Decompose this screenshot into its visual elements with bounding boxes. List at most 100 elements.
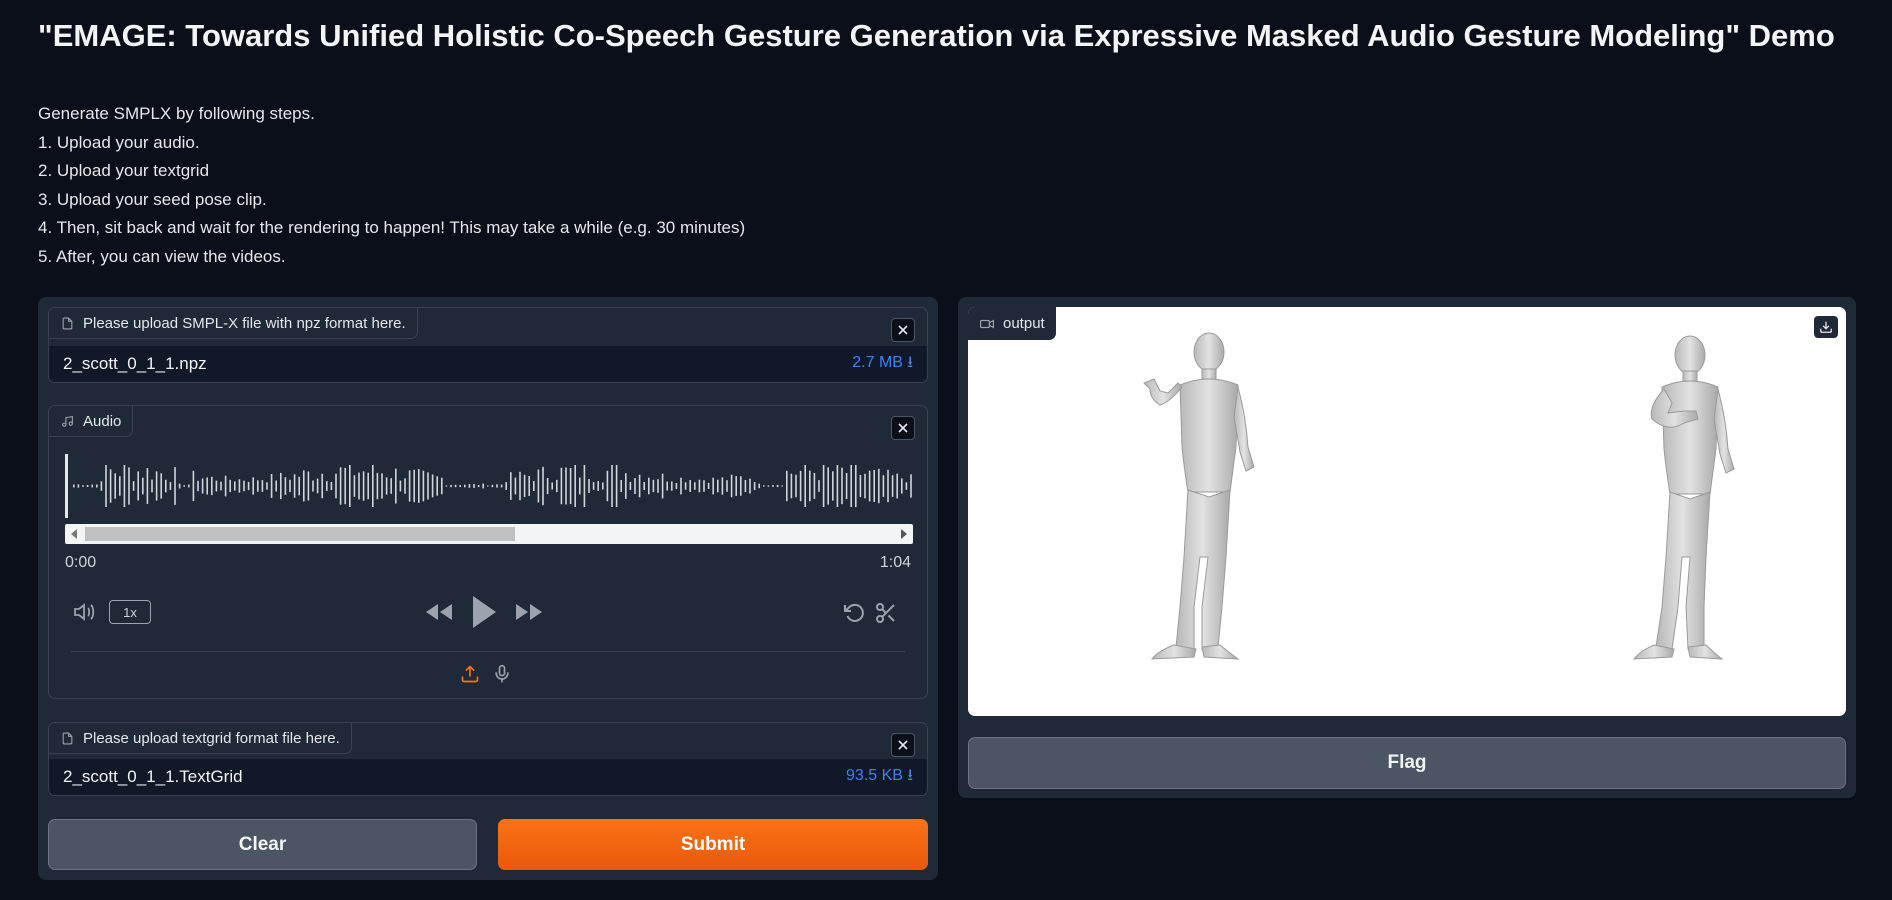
waveform-bar	[367, 472, 369, 500]
record-audio-button[interactable]	[491, 662, 513, 686]
waveform-bar	[836, 465, 839, 507]
smplx-file-upload[interactable]: Please upload SMPL-X file with npz forma…	[48, 307, 928, 383]
textgrid-file-name: 2_scott_0_1_1.TextGrid	[63, 767, 243, 786]
waveform-bar	[717, 479, 719, 493]
output-label: output	[968, 307, 1056, 340]
waveform-bar	[845, 473, 848, 500]
waveform-bar	[280, 472, 282, 500]
waveform-bar	[730, 474, 733, 498]
waveform-bar	[901, 478, 903, 494]
waveform-bar	[569, 468, 572, 505]
clear-smplx-button[interactable]	[891, 318, 915, 342]
waveform-bar	[841, 467, 843, 505]
waveform-bar	[229, 479, 231, 493]
textgrid-file-upload[interactable]: Please upload textgrid format file here.…	[48, 722, 928, 796]
skip-backward-button[interactable]	[423, 598, 455, 626]
waveform-bar	[155, 471, 158, 501]
waveform-bar	[680, 477, 682, 495]
flag-button[interactable]: Flag	[968, 737, 1846, 789]
waveform-bar	[270, 474, 273, 498]
audio-label-text: Audio	[83, 412, 122, 430]
volume-button[interactable]	[71, 600, 99, 624]
waveform-bar	[592, 482, 595, 490]
clear-button[interactable]: Clear	[48, 819, 477, 870]
close-icon	[898, 423, 908, 433]
instruction-line: 1. Upload your audio.	[38, 132, 200, 152]
page-title: "EMAGE: Towards Unified Holistic Co-Spee…	[38, 18, 1835, 53]
reset-button[interactable]	[841, 600, 867, 626]
waveform-bar	[588, 479, 590, 493]
waveform-bar	[146, 468, 149, 504]
scroll-thumb[interactable]	[85, 527, 515, 541]
playback-speed-button[interactable]: 1x	[109, 600, 151, 624]
scroll-right-arrow[interactable]	[901, 529, 907, 539]
waveform-bar	[381, 473, 383, 499]
clear-audio-button[interactable]	[891, 416, 915, 440]
volume-icon	[74, 603, 95, 621]
waveform-bar	[321, 473, 323, 499]
waveform-bar	[201, 478, 204, 494]
upload-icon	[461, 665, 479, 683]
waveform-bar	[726, 480, 728, 492]
video-icon	[980, 318, 994, 329]
textgrid-file-download-link[interactable]: 93.5 KB ⭳	[846, 764, 913, 791]
waveform-bar	[744, 480, 747, 493]
waveform-bar	[565, 467, 567, 505]
waveform-bar	[597, 481, 599, 491]
waveform-bar	[477, 485, 480, 488]
waveform-bar	[307, 471, 310, 501]
waveform-bar	[316, 478, 319, 494]
waveform-bar	[238, 479, 241, 493]
waveform-bar	[712, 477, 714, 495]
waveform-scrollbar[interactable]	[65, 524, 913, 544]
waveform-bar	[579, 477, 581, 495]
waveform-bar	[735, 476, 737, 496]
waveform-bar	[666, 481, 668, 491]
download-button[interactable]	[1814, 316, 1838, 338]
duration-time: 1:04	[879, 554, 911, 571]
waveform-bar	[827, 467, 829, 505]
waveform-bar	[556, 479, 558, 493]
play-button[interactable]	[469, 594, 499, 630]
trim-button[interactable]	[873, 600, 899, 626]
waveform-bar	[533, 481, 535, 491]
audio-waveform[interactable]	[65, 454, 913, 518]
waveform-bar	[855, 465, 857, 507]
waveform-bar	[183, 485, 185, 487]
waveform-bar	[441, 477, 443, 495]
waveform-bar	[188, 484, 190, 488]
waveform-bar	[868, 470, 871, 502]
playhead[interactable]	[65, 454, 68, 518]
waveform-bar	[910, 474, 912, 498]
waveform-bar	[344, 467, 346, 505]
waveform-bar	[694, 482, 696, 490]
scroll-left-arrow[interactable]	[71, 529, 77, 539]
waveform-bar	[661, 473, 664, 499]
waveform-bar	[151, 479, 153, 493]
waveform-bar	[178, 483, 181, 489]
submit-button[interactable]: Submit	[498, 819, 928, 870]
upload-audio-button[interactable]	[459, 662, 481, 686]
waveform-bar	[758, 483, 760, 489]
waveform-bar	[689, 480, 691, 492]
rendered-avatars	[1143, 332, 1735, 660]
waveform-bar	[804, 465, 806, 507]
instruction-line: 2. Upload your textgrid	[38, 161, 210, 180]
waveform-bar	[496, 484, 498, 488]
waveform-bar	[721, 477, 724, 495]
waveform-bar	[753, 482, 756, 491]
close-icon	[898, 325, 908, 335]
clear-textgrid-button[interactable]	[891, 733, 915, 757]
waveform-bar	[349, 465, 351, 507]
waveform-bar	[887, 469, 889, 503]
output-video[interactable]: output	[968, 307, 1846, 716]
waveform-bar	[514, 477, 517, 495]
smplx-file-download-link[interactable]: 2.7 MB ⭳	[852, 351, 913, 378]
waveform-bar	[772, 485, 774, 487]
download-icon	[1820, 321, 1832, 333]
skip-forward-button[interactable]	[513, 598, 545, 626]
output-panel: output Flag	[958, 297, 1856, 798]
waveform-bar	[878, 468, 880, 504]
waveform-bar	[454, 484, 457, 488]
waveform-bar	[431, 474, 434, 498]
